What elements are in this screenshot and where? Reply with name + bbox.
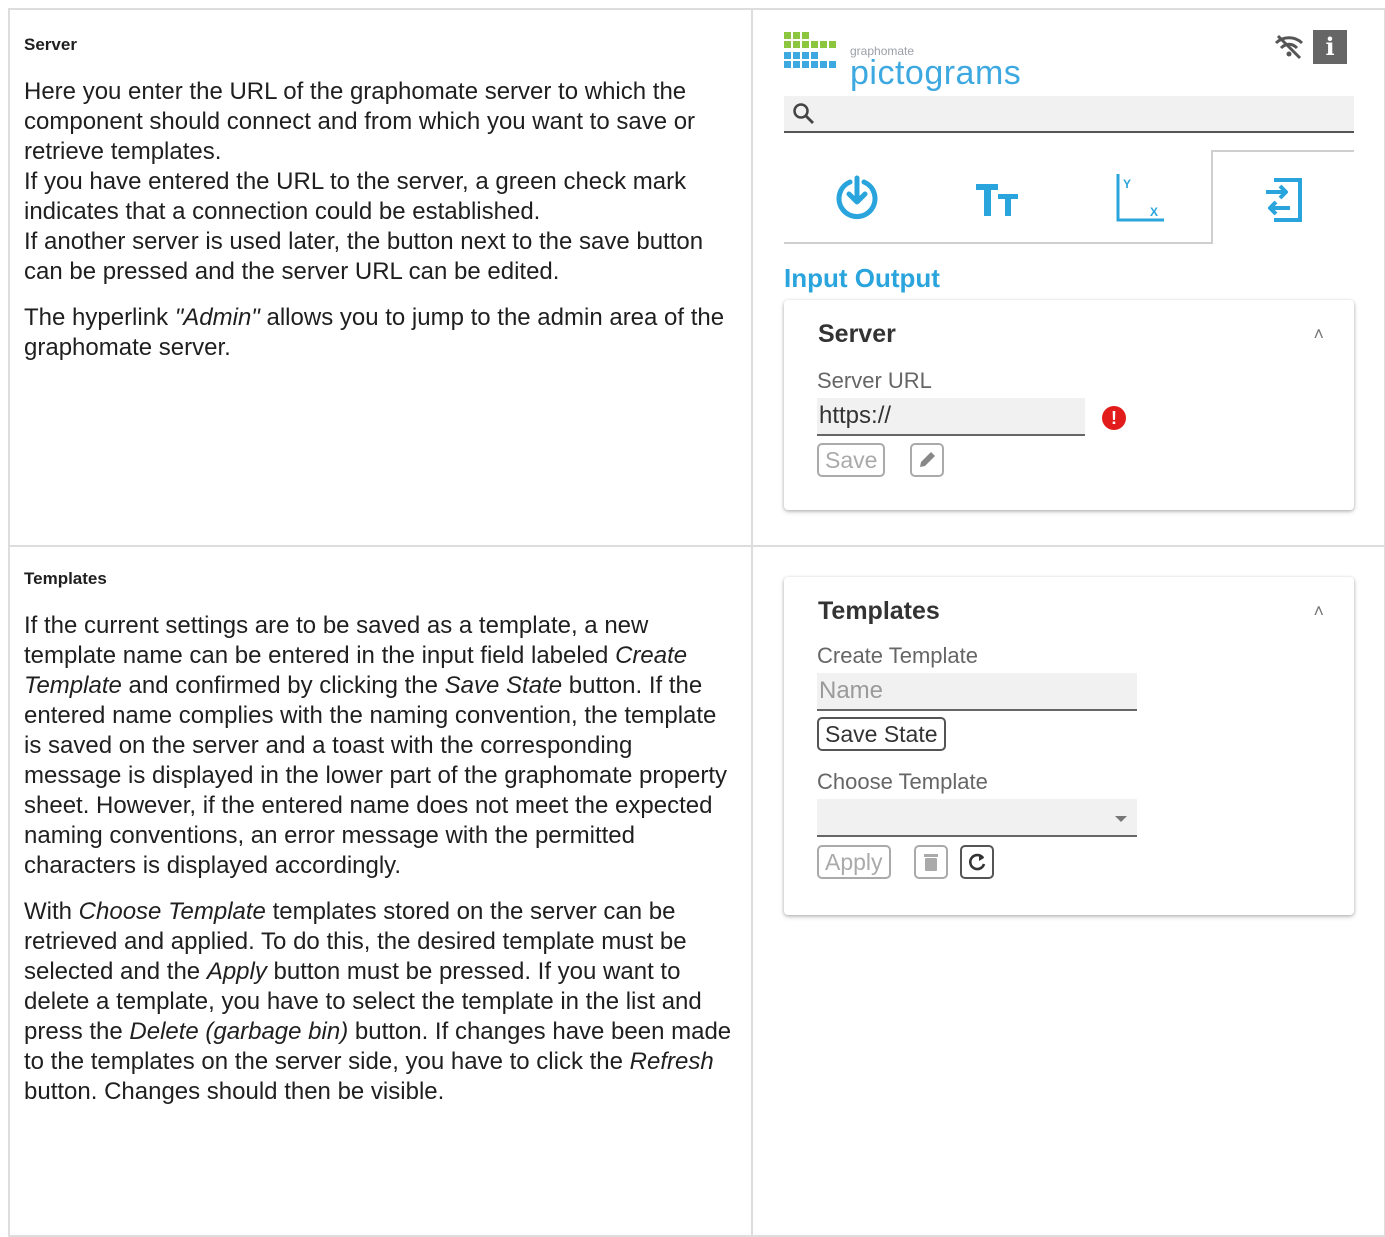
save-state-button[interactable]: Save State bbox=[817, 717, 946, 751]
server-card-title: Server bbox=[818, 320, 896, 348]
logo-big-text: pictograms bbox=[850, 54, 1022, 92]
svg-text:X: X bbox=[1150, 205, 1158, 219]
template-name-input[interactable] bbox=[817, 673, 1137, 711]
templates-description-cell: Templates If the current settings are to… bbox=[8, 545, 753, 1237]
create-template-label: Create Template bbox=[817, 643, 979, 668]
property-tabs: Y X bbox=[784, 150, 1354, 246]
trash-icon bbox=[924, 854, 938, 871]
templates-description: If the current settings are to be saved … bbox=[24, 611, 735, 1107]
section-title: Input Output bbox=[784, 263, 940, 293]
emphasized-text: "Admin" bbox=[174, 304, 260, 331]
error-icon: ! bbox=[1102, 406, 1126, 430]
text-run: button. Changes should then be visible. bbox=[24, 1078, 445, 1105]
edit-button[interactable] bbox=[910, 443, 944, 477]
input-output-icon[interactable] bbox=[1262, 174, 1308, 226]
search-bar[interactable] bbox=[784, 96, 1354, 133]
choose-template-label: Choose Template bbox=[817, 769, 988, 794]
info-button[interactable]: i bbox=[1313, 30, 1347, 64]
paragraph: With Choose Template templates stored on… bbox=[24, 897, 735, 1107]
text-size-icon[interactable] bbox=[974, 180, 1022, 220]
templates-card: Templates ˄ Create Template Save State C… bbox=[784, 577, 1354, 915]
emphasized-text: Apply bbox=[206, 958, 267, 985]
graphomate-logo: graphomate pictograms bbox=[784, 30, 1024, 92]
server-heading: Server bbox=[24, 35, 77, 54]
tab-divider bbox=[784, 242, 1212, 244]
text-run: With bbox=[24, 898, 79, 925]
text-run: button. If the entered name complies wit… bbox=[24, 672, 728, 879]
templates-screenshot-cell: Templates ˄ Create Template Save State C… bbox=[751, 545, 1385, 1237]
emphasized-text: Choose Template bbox=[78, 898, 266, 925]
emphasized-text: Delete (garbage bin) bbox=[129, 1018, 349, 1045]
apply-button[interactable]: Apply bbox=[817, 845, 891, 879]
templates-heading: Templates bbox=[24, 569, 107, 588]
svg-text:Y: Y bbox=[1123, 177, 1131, 191]
collapse-chevron-icon[interactable]: ˄ bbox=[1313, 601, 1324, 622]
text-run: Here you enter the URL of the graphomate… bbox=[24, 78, 696, 165]
paragraph: The hyperlink "Admin" allows you to jump… bbox=[24, 303, 735, 363]
logo-grid-icon bbox=[784, 32, 836, 68]
text-run: If you have entered the URL to the serve… bbox=[24, 168, 687, 225]
pencil-icon bbox=[920, 452, 935, 467]
search-icon bbox=[793, 103, 814, 124]
text-run: If another server is used later, the but… bbox=[24, 228, 704, 285]
wifi-off-icon bbox=[1274, 34, 1304, 60]
text-run: and confirmed by clicking the bbox=[121, 672, 445, 699]
axis-xy-icon[interactable]: Y X bbox=[1112, 172, 1168, 226]
server-url-input[interactable] bbox=[817, 398, 1085, 436]
emphasized-text: Refresh bbox=[629, 1048, 714, 1075]
refresh-icon bbox=[969, 853, 986, 871]
emphasized-text: Save State bbox=[444, 672, 563, 699]
refresh-button[interactable] bbox=[960, 845, 994, 879]
text-run: If the current settings are to be saved … bbox=[24, 612, 649, 669]
text-run: The hyperlink bbox=[24, 304, 175, 331]
server-screenshot-cell: graphomate pictograms i Y X Input Output… bbox=[751, 8, 1385, 547]
collapse-chevron-icon[interactable]: ˄ bbox=[1313, 324, 1324, 345]
paragraph: Here you enter the URL of the graphomate… bbox=[24, 77, 735, 287]
server-url-label: Server URL bbox=[817, 368, 932, 393]
delete-button[interactable] bbox=[914, 845, 948, 879]
server-card: Server ˄ Server URL ! Save bbox=[784, 300, 1354, 510]
server-description-cell: Server Here you enter the URL of the gra… bbox=[8, 8, 753, 547]
templates-card-title: Templates bbox=[818, 597, 940, 625]
documentation-table: Server Here you enter the URL of the gra… bbox=[8, 8, 1385, 1237]
chevron-down-icon bbox=[1115, 816, 1127, 822]
paragraph: If the current settings are to be saved … bbox=[24, 611, 735, 881]
save-button[interactable]: Save bbox=[817, 443, 886, 477]
server-description: Here you enter the URL of the graphomate… bbox=[24, 77, 735, 363]
download-circle-icon[interactable] bbox=[832, 174, 882, 224]
choose-template-select[interactable] bbox=[817, 799, 1137, 837]
